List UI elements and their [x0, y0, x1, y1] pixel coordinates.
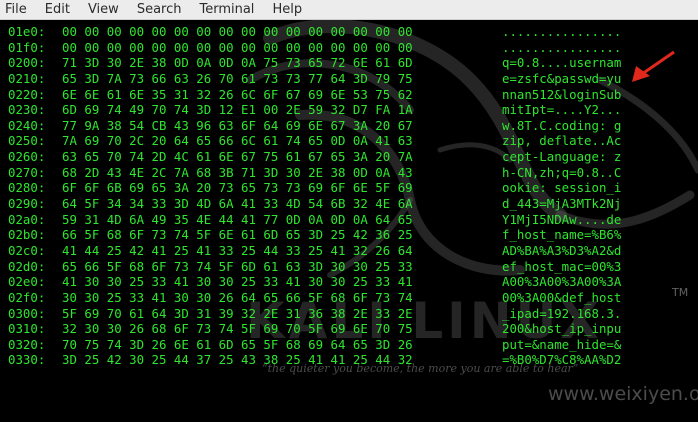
dump-line: 01e0: 00 00 00 00 00 00 00 00 00 00 00 00…: [8, 24, 662, 40]
dump-offset: 0310:: [8, 321, 46, 337]
dump-hex-bytes: 77 9A 38 54 CB 43 96 63 6F 64 69 6E 67 3…: [62, 117, 413, 133]
dump-offset: 0200:: [8, 55, 46, 71]
dump-ascii: nnan512&loginSub: [502, 86, 622, 102]
dump-offset: 0230:: [8, 102, 46, 118]
dump-line: 0260: 63 65 70 74 2D 4C 61 6E 67 75 61 67…: [8, 149, 662, 165]
dump-line: 01f0: 00 00 00 00 00 00 00 00 00 00 00 00…: [8, 40, 662, 56]
dump-line: 0220: 6E 6E 61 6E 35 31 32 26 6C 6F 67 69…: [8, 87, 662, 103]
dump-hex-bytes: 70 75 74 3D 26 6E 61 6D 65 5F 68 69 64 6…: [62, 336, 413, 352]
dump-offset: 0240:: [8, 117, 46, 133]
dump-offset: 02e0:: [8, 274, 46, 290]
dump-offset: 01f0:: [8, 39, 46, 55]
dump-ascii: _ipad=192.168.3.: [502, 305, 622, 321]
dump-ascii: put=&name_hide=&: [502, 336, 622, 352]
trademark-mark: TM: [671, 286, 688, 299]
dump-ascii: d_443=MjA3MTk2Nj: [502, 196, 622, 212]
dump-ascii: mitIpt=....Y2...: [502, 102, 622, 118]
dump-hex-bytes: 41 30 30 25 33 41 30 30 25 33 41 30 30 2…: [62, 274, 413, 290]
dump-hex-bytes: 65 3D 7A 73 66 63 26 70 61 73 73 77 64 3…: [62, 70, 413, 86]
dump-offset: 0210:: [8, 70, 46, 86]
terminal-output[interactable]: KALI LINUX TM “the quieter you become, t…: [0, 20, 698, 422]
menu-terminal[interactable]: Terminal: [190, 0, 263, 20]
dump-line: 0210: 65 3D 7A 73 66 63 26 70 61 73 73 77…: [8, 71, 662, 87]
dump-offset: 02f0:: [8, 289, 46, 305]
menu-view[interactable]: View: [79, 0, 128, 20]
dump-hex-bytes: 7A 69 70 2C 20 64 65 66 6C 61 74 65 0D 0…: [62, 133, 413, 149]
dump-ascii: 00%3A00&def_host: [502, 289, 622, 305]
dump-offset: 0250:: [8, 133, 46, 149]
dump-ascii: Y1MjI5NDAw....de: [502, 211, 622, 227]
dump-line: 0250: 7A 69 70 2C 20 64 65 66 6C 61 74 65…: [8, 133, 662, 149]
dump-offset: 02b0:: [8, 227, 46, 243]
dump-ascii: AD%BA%A3%D3%A2&d: [502, 242, 622, 258]
dump-ascii: ................: [502, 24, 622, 39]
dump-ascii: =%B0%D7%C8%AA%D2: [502, 352, 622, 368]
dump-offset: 0300:: [8, 305, 46, 321]
dump-offset: 0270:: [8, 164, 46, 180]
dump-line: 02d0: 65 66 5F 68 6F 73 74 5F 6D 61 63 3D…: [8, 259, 662, 275]
dump-line: 0200: 71 3D 30 2E 38 0D 0A 0D 0A 75 73 65…: [8, 55, 662, 71]
dump-line: 0300: 5F 69 70 61 64 3D 31 39 32 2E 31 36…: [8, 306, 662, 322]
dump-hex-bytes: 6E 6E 61 6E 35 31 32 26 6C 6F 67 69 6E 5…: [62, 86, 413, 102]
dump-offset: 0290:: [8, 196, 46, 212]
dump-line: 0290: 64 5F 34 34 33 3D 4D 6A 41 33 4D 54…: [8, 196, 662, 212]
dump-offset: 02d0:: [8, 258, 46, 274]
dump-hex-bytes: 65 66 5F 68 6F 73 74 5F 6D 61 63 3D 30 3…: [62, 258, 413, 274]
dump-line: 02f0: 30 30 25 33 41 30 30 26 64 65 66 5F…: [8, 290, 662, 306]
site-watermark: www.weixiyen.org: [548, 383, 698, 405]
dump-hex-bytes: 6D 69 74 49 70 74 3D 12 E1 00 2E 59 32 D…: [62, 102, 413, 118]
dump-ascii: e=zsfc&passwd=yu: [502, 70, 622, 86]
dump-hex-bytes: 5F 69 70 61 64 3D 31 39 32 2E 31 36 38 2…: [62, 305, 413, 321]
dump-hex-bytes: 41 44 25 42 41 25 41 33 25 44 33 25 41 3…: [62, 242, 413, 258]
dump-line: 02a0: 59 31 4D 6A 49 35 4E 44 41 77 0D 0A…: [8, 212, 662, 228]
dump-hex-bytes: 00 00 00 00 00 00 00 00 00 00 00 00 00 0…: [62, 39, 413, 55]
dump-offset: 0320:: [8, 336, 46, 352]
dump-line: 0320: 70 75 74 3D 26 6E 61 6D 65 5F 68 69…: [8, 337, 662, 353]
dump-ascii: w.8T.C.coding: g: [502, 117, 622, 133]
dump-line: 02c0: 41 44 25 42 41 25 41 33 25 44 33 25…: [8, 243, 662, 259]
dump-line: 0310: 32 30 30 26 68 6F 73 74 5F 69 70 5F…: [8, 321, 662, 337]
dump-line: 0330: 3D 25 42 30 25 44 37 25 43 38 25 41…: [8, 352, 662, 368]
dump-offset: 02c0:: [8, 242, 46, 258]
hex-dump: 01e0: 00 00 00 00 00 00 00 00 00 00 00 00…: [8, 24, 662, 368]
dump-hex-bytes: 3D 25 42 30 25 44 37 25 43 38 25 41 41 2…: [62, 352, 413, 368]
menu-bar: File Edit View Search Terminal Help: [0, 0, 698, 20]
dump-line: 02b0: 66 5F 68 6F 73 74 5F 6E 61 6D 65 3D…: [8, 227, 662, 243]
dump-ascii: f_host_name=%B6%: [502, 227, 622, 243]
menu-search[interactable]: Search: [128, 0, 191, 20]
dump-offset: 0330:: [8, 352, 46, 368]
dump-ascii: 200&host_ip_inpu: [502, 321, 622, 337]
dump-ascii: A00%3A00%3A00%3A: [502, 274, 622, 290]
dump-hex-bytes: 32 30 30 26 68 6F 73 74 5F 69 70 5F 69 6…: [62, 321, 413, 337]
dump-hex-bytes: 59 31 4D 6A 49 35 4E 44 41 77 0D 0A 0D 0…: [62, 211, 413, 227]
dump-line: 02e0: 41 30 30 25 33 41 30 30 25 33 41 30…: [8, 274, 662, 290]
menu-help[interactable]: Help: [263, 0, 311, 20]
dump-ascii: h-CN,zh;q=0.8..C: [502, 164, 622, 180]
dump-ascii: zip, deflate..Ac: [502, 133, 622, 149]
dump-ascii: ................: [502, 39, 622, 55]
dump-hex-bytes: 30 30 25 33 41 30 30 26 64 65 66 5F 68 6…: [62, 289, 413, 305]
dump-offset: 01e0:: [8, 24, 46, 39]
dump-offset: 0220:: [8, 86, 46, 102]
dump-ascii: ef_host_mac=00%3: [502, 258, 622, 274]
dump-line: 0270: 68 2D 43 4E 2C 7A 68 3B 71 3D 30 2E…: [8, 165, 662, 181]
dump-hex-bytes: 6F 6F 6B 69 65 3A 20 73 65 73 73 69 6F 6…: [62, 180, 413, 196]
dump-ascii: cept-Language: z: [502, 149, 622, 165]
dump-hex-bytes: 63 65 70 74 2D 4C 61 6E 67 75 61 67 65 3…: [62, 149, 413, 165]
dump-hex-bytes: 00 00 00 00 00 00 00 00 00 00 00 00 00 0…: [62, 24, 413, 39]
dump-hex-bytes: 66 5F 68 6F 73 74 5F 6E 61 6D 65 3D 25 4…: [62, 227, 413, 243]
dump-line: 0280: 6F 6F 6B 69 65 3A 20 73 65 73 73 69…: [8, 180, 662, 196]
dump-hex-bytes: 71 3D 30 2E 38 0D 0A 0D 0A 75 73 65 72 6…: [62, 55, 413, 71]
dump-hex-bytes: 64 5F 34 34 33 3D 4D 6A 41 33 4D 54 6B 3…: [62, 196, 413, 212]
menu-edit[interactable]: Edit: [36, 0, 79, 20]
dump-hex-bytes: 68 2D 43 4E 2C 7A 68 3B 71 3D 30 2E 38 0…: [62, 164, 413, 180]
menu-file[interactable]: File: [0, 0, 36, 20]
dump-offset: 02a0:: [8, 211, 46, 227]
dump-ascii: ookie: session_i: [502, 180, 622, 196]
dump-line: 0230: 6D 69 74 49 70 74 3D 12 E1 00 2E 59…: [8, 102, 662, 118]
dump-offset: 0280:: [8, 180, 46, 196]
dump-offset: 0260:: [8, 149, 46, 165]
dump-ascii: q=0.8....usernam: [502, 55, 622, 71]
dump-line: 0240: 77 9A 38 54 CB 43 96 63 6F 64 69 6E…: [8, 118, 662, 134]
